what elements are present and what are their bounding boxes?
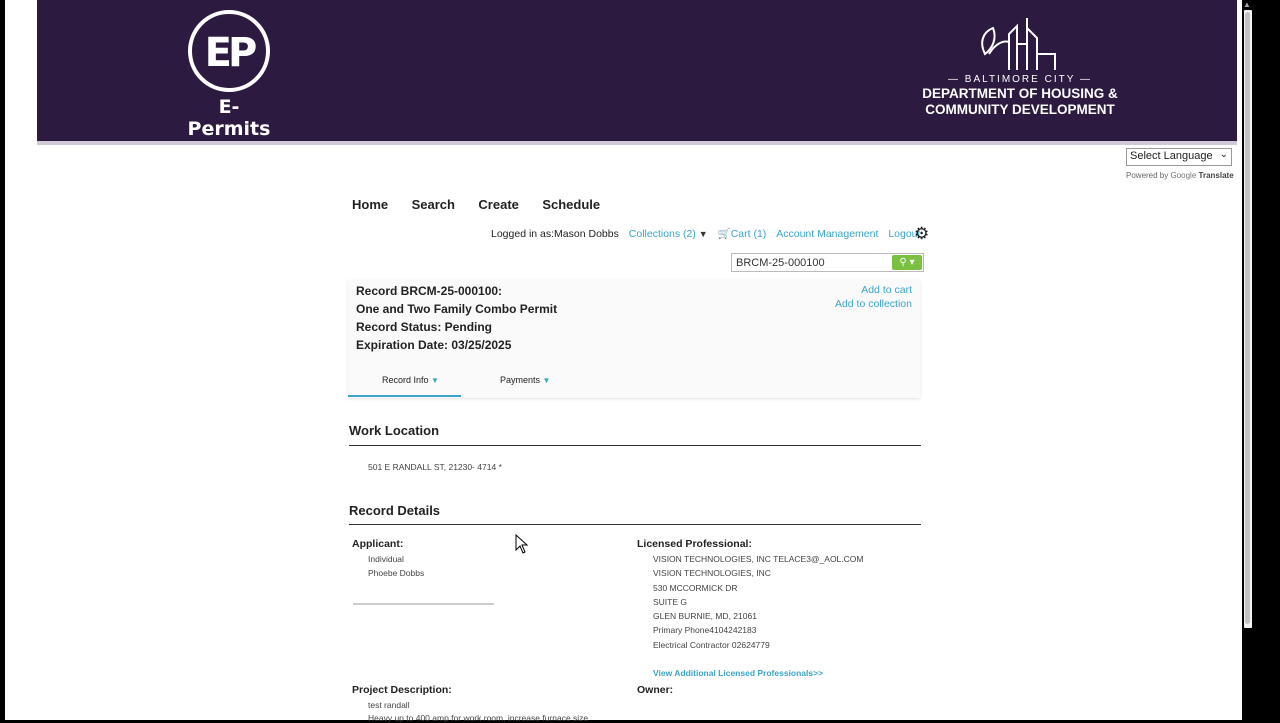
ep-logo-mark: EP [188, 10, 270, 92]
record-number: Record BRCM-25-000100: [356, 284, 503, 298]
applicant-name: Phoebe Dobbs [368, 568, 425, 578]
language-select-value: Select Language [1130, 150, 1213, 162]
ep-logo-name: E-Permits [187, 96, 271, 140]
active-tab-indicator [348, 395, 461, 397]
translate-link[interactable]: Translate [1199, 171, 1234, 180]
e-permits-logo[interactable]: EP E-Permits [179, 10, 279, 140]
account-management-link[interactable]: Account Management [776, 228, 878, 240]
search-icon: ⚲ [899, 257, 907, 268]
nav-home[interactable]: Home [352, 197, 388, 212]
project-description-label: Project Description: [352, 684, 452, 696]
scroll-up-icon[interactable]: ▲ [1243, 0, 1251, 9]
user-bar: Logged in as:Mason Dobbs Collections (2)… [491, 227, 920, 240]
add-to-collection-link[interactable]: Add to collection [835, 298, 912, 310]
owner-label: Owner: [637, 684, 674, 696]
view-additional-professionals-link[interactable]: View Additional Licensed Professionals>> [653, 668, 823, 678]
record-details-heading: Record Details [349, 503, 441, 518]
main-nav: Home Search Create Schedule [352, 196, 619, 214]
work-location-heading: Work Location [349, 423, 440, 438]
google-text: Google [1170, 171, 1197, 180]
caret-down-icon: ▼ [542, 376, 551, 385]
licensed-line: Electrical Contractor 02624779 [653, 640, 770, 650]
tab-payments[interactable]: Payments ▼ [500, 375, 550, 385]
search-button[interactable]: ⚲ ▾ [892, 255, 922, 270]
powered-by-text: Powered by [1126, 171, 1169, 180]
applicant-type: Individual [368, 554, 404, 564]
gear-icon[interactable]: ⚙ [914, 224, 929, 244]
licensed-line: Primary Phone4104242183 [653, 625, 757, 635]
caret-down-icon: ▼ [431, 376, 439, 385]
licensed-line: 530 MCCORMICK DR [653, 583, 738, 593]
record-header-card: Record BRCM-25-000100: One and Two Famil… [348, 280, 920, 398]
licensed-professional-label: Licensed Professional: [637, 538, 752, 550]
licensed-line: GLEN BURNIE, MD, 21061 [653, 611, 757, 621]
licensed-line: SUITE G [653, 597, 688, 607]
site-header: EP E-Permits — BALTIMORE CITY — DEPARTME… [37, 0, 1237, 141]
baltimore-dhcd-logo[interactable]: — BALTIMORE CITY — DEPARTMENT OF HOUSING… [920, 14, 1120, 117]
nav-search[interactable]: Search [412, 197, 455, 212]
record-status: Record Status: Pending [356, 320, 493, 334]
section-divider [349, 445, 921, 446]
collections-link[interactable]: Collections (2) ▼ [629, 228, 708, 240]
google-translate-credit: Powered by Google Translate [1126, 171, 1234, 180]
licensed-line: VISION TECHNOLOGIES, INC [653, 568, 771, 578]
tab-record-info[interactable]: Record Info ▼ [382, 375, 439, 385]
applicant-divider [353, 603, 494, 605]
chevron-down-icon: ⌄ [1219, 149, 1228, 160]
header-divider [37, 141, 1237, 145]
add-to-cart-link[interactable]: Add to cart [861, 284, 912, 296]
project-description-line: Heavy up to 400 amp for work room, incre… [368, 713, 589, 723]
licensed-line: VISION TECHNOLOGIES, INC TELACE3@_AOL.CO… [653, 554, 864, 564]
logged-in-text: Logged in as:Mason Dobbs [491, 228, 619, 240]
agency-line-1: DEPARTMENT OF HOUSING & [922, 86, 1118, 101]
agency-city: — BALTIMORE CITY — [948, 74, 1092, 85]
project-description-line: test randall [368, 700, 410, 710]
applicant-label: Applicant: [352, 538, 404, 550]
language-select[interactable]: Select Language ⌄ [1126, 148, 1232, 166]
cart-icon: 🛒 [717, 228, 731, 240]
record-type: One and Two Family Combo Permit [356, 302, 558, 316]
work-location-address: 501 E RANDALL ST, 21230- 4714 * [368, 462, 502, 472]
agency-line-2: COMMUNITY DEVELOPMENT [925, 102, 1115, 117]
nav-create[interactable]: Create [478, 197, 518, 212]
skyline-icon [981, 18, 1056, 70]
scrollbar-thumb[interactable] [1245, 12, 1250, 624]
section-divider [349, 524, 921, 525]
caret-down-icon: ▼ [698, 229, 708, 239]
record-expiration: Expiration Date: 03/25/2025 [356, 338, 512, 352]
mouse-cursor-icon [515, 534, 529, 554]
nav-schedule[interactable]: Schedule [542, 197, 600, 212]
cart-link[interactable]: 🛒Cart (1) [718, 228, 767, 240]
